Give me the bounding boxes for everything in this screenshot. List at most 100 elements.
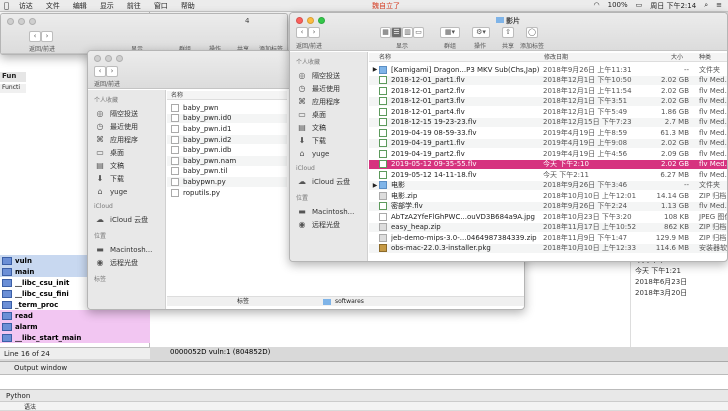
forward-button[interactable]: › xyxy=(308,27,320,38)
zoom-button[interactable] xyxy=(116,55,123,62)
sidebar-item[interactable]: ⌘ 应用程序 xyxy=(290,95,367,108)
file-row[interactable]: babypwn.py xyxy=(167,177,287,187)
function-row[interactable]: alarm xyxy=(0,321,150,332)
gallery-view-button[interactable]: ▭ xyxy=(413,27,424,38)
file-row[interactable]: 密部学.flv 2018年9月26日 下午2:24 1.13 GB flv Med..… xyxy=(369,201,727,212)
file-row[interactable]: 2018-12-01_part1.flv 2018年12月1日 下午10:50 2.… xyxy=(369,75,727,86)
back-button[interactable]: ‹ xyxy=(296,27,308,38)
action-gear-icon[interactable]: ⚙▾ xyxy=(472,27,490,38)
apple-menu-icon[interactable]:  xyxy=(4,1,9,10)
file-row[interactable]: obs-mac-22.0.3-installer.pkg 2018年10月10日 … xyxy=(369,243,727,254)
menu-list-icon[interactable]: ≡ xyxy=(716,1,722,11)
sidebar-item[interactable]: ◷ 最近使用 xyxy=(88,120,165,133)
close-button[interactable] xyxy=(7,18,14,25)
sidebar-item[interactable]: ☁ iCloud 云盘 xyxy=(88,213,165,226)
function-row[interactable]: read xyxy=(0,310,150,321)
file-row[interactable]: roputils.py xyxy=(167,188,287,198)
path-item[interactable]: softwares xyxy=(335,297,364,307)
sidebar-item[interactable]: ⬇ 下载 xyxy=(290,134,367,147)
minimize-button[interactable] xyxy=(307,17,314,24)
column-header-size[interactable]: 大小 xyxy=(671,53,683,62)
sidebar-item[interactable]: ◉ 远程光盘 xyxy=(88,256,165,269)
clock[interactable]: 周日 下午2:14 xyxy=(650,1,696,11)
battery-label[interactable]: 100% xyxy=(608,1,628,11)
file-row[interactable]: ▶ [Kamigami] Dragon...P3 MKV Sub(Chs,Jap)… xyxy=(369,65,727,75)
python-tab[interactable]: Python xyxy=(0,389,728,401)
file-row[interactable]: 2019-04-19 08-59-33.flv 2019年4月19日 上午8:59… xyxy=(369,128,727,138)
sidebar-item[interactable]: ◷ 最近使用 xyxy=(290,82,367,95)
file-row[interactable]: baby_pwn.til xyxy=(167,167,287,177)
file-row[interactable]: 2018-12-15 19-23-23.flv 2018年12月15日 下午7:2… xyxy=(369,117,727,128)
disclosure-triangle-icon[interactable]: ▶ xyxy=(371,66,379,73)
icon-view-button[interactable]: ▦ xyxy=(380,27,391,38)
search-icon[interactable]: ⌕ xyxy=(704,1,708,11)
column-view-button[interactable]: ▥ xyxy=(402,27,413,38)
file-row-selected[interactable]: 2019-05-12 09-35-55.flv 今天 下午2:10 2.02 GB f… xyxy=(369,159,727,170)
back-button[interactable]: ‹ xyxy=(94,66,106,77)
sidebar-item[interactable]: ▬ Macintosh... xyxy=(88,243,165,256)
function-row[interactable]: __libc_start_main xyxy=(0,332,150,343)
sidebar-item[interactable]: ⬇ 下载 xyxy=(88,172,165,185)
file-row[interactable]: baby_pwn.id2 xyxy=(167,134,287,145)
menu-help[interactable]: 帮助 xyxy=(181,1,195,11)
functions-tab[interactable]: Fun xyxy=(0,72,26,82)
file-row[interactable]: baby_pwn xyxy=(167,103,287,113)
sidebar-item[interactable]: ▭ 桌面 xyxy=(88,146,165,159)
file-row[interactable]: baby_pwn.id1 xyxy=(167,124,287,134)
file-row[interactable]: 2018-12-01_part3.flv 2018年12月1日 下午3:51 2.0… xyxy=(369,96,727,107)
zoom-button[interactable] xyxy=(29,18,36,25)
sidebar-item[interactable]: ▬ Macintosh... xyxy=(290,205,367,218)
file-row[interactable]: 2019-04-19_part2.flv 2019年4月19日 上午4:56 2.0… xyxy=(369,149,727,159)
file-row[interactable]: 2018-12-01_part4.flv 2018年12月1日 下午5:49 1.8… xyxy=(369,107,727,117)
zoom-button[interactable] xyxy=(318,17,325,24)
column-header-date[interactable]: 修改日期 xyxy=(544,53,568,62)
close-button[interactable] xyxy=(94,55,101,62)
menu-finder[interactable]: 访达 xyxy=(19,1,33,11)
file-row[interactable]: 电影.zip 2018年10月10日 上午12:01 14.14 GB ZIP 归档 xyxy=(369,191,727,201)
disclosure-triangle-icon[interactable]: ▶ xyxy=(371,182,379,189)
battery-icon[interactable]: ▭ xyxy=(636,1,643,11)
column-header-name[interactable]: 名称 xyxy=(167,91,287,100)
wifi-icon[interactable]: ◠ xyxy=(594,1,600,11)
output-window-label[interactable]: Output window xyxy=(14,364,67,372)
column-header-name[interactable]: 名称 xyxy=(379,53,391,62)
minimize-button[interactable] xyxy=(105,55,112,62)
file-row[interactable]: 2019-05-12 14-11-18.flv 今天 下午2:11 6.27 MB f… xyxy=(369,170,727,180)
menu-go[interactable]: 前往 xyxy=(127,1,141,11)
back-button[interactable]: ‹ xyxy=(29,31,41,42)
sidebar-item[interactable]: ⌂ yuge xyxy=(88,185,165,198)
file-row[interactable]: 2019-04-19_part1.flv 2019年4月19日 上午9:08 2.0… xyxy=(369,138,727,149)
sidebar-item[interactable]: ◎ 隔空投送 xyxy=(290,69,367,82)
forward-button[interactable]: › xyxy=(106,66,118,77)
menu-file[interactable]: 文件 xyxy=(46,1,60,11)
file-row[interactable]: baby_pwn.id0 xyxy=(167,113,287,124)
menu-edit[interactable]: 编辑 xyxy=(73,1,87,11)
sidebar-item[interactable]: ☁ iCloud 云盘 xyxy=(290,175,367,188)
sidebar-item[interactable]: ⌘ 应用程序 xyxy=(88,133,165,146)
group-button[interactable]: ▦▾ xyxy=(440,27,460,38)
menu-window[interactable]: 窗口 xyxy=(154,1,168,11)
file-row[interactable]: baby_pwn.nam xyxy=(167,156,287,166)
sidebar-item[interactable]: ▤ 文稿 xyxy=(290,121,367,134)
close-button[interactable] xyxy=(296,17,303,24)
file-row[interactable]: AbTzA2YfeFlGhPWC...ouVD3B684a9A.jpg 2018年… xyxy=(369,212,727,222)
finder-window-back[interactable]: 4 ‹ › 返回/前进 显示 群组 操作 共享 添加标签 xyxy=(0,13,288,55)
sidebar-item[interactable]: ▭ 桌面 xyxy=(290,108,367,121)
minimize-button[interactable] xyxy=(18,18,25,25)
sidebar-item[interactable]: ⌂ yuge xyxy=(290,147,367,160)
forward-button[interactable]: › xyxy=(41,31,53,42)
file-row[interactable]: easy_heap.zip 2018年11月17日 上午10:52 862 KB ZI… xyxy=(369,222,727,233)
menu-view[interactable]: 显示 xyxy=(100,1,114,11)
sidebar-item[interactable]: ▤ 文稿 xyxy=(88,159,165,172)
tag-icon[interactable]: ◯ xyxy=(526,27,538,38)
file-row[interactable]: 2018-12-01_part2.flv 2018年12月1日 上午11:54 2.… xyxy=(369,86,727,96)
file-row[interactable]: ▶ 电影 2018年9月26日 下午3:46 -- 文件夹 xyxy=(369,180,727,191)
sidebar-item[interactable]: ◉ 远程光盘 xyxy=(290,218,367,231)
column-header-kind[interactable]: 种类 xyxy=(699,53,711,62)
share-icon[interactable]: ⇧ xyxy=(502,27,514,38)
sidebar-item[interactable]: ◎ 隔空投送 xyxy=(88,107,165,120)
file-row[interactable]: jeb-demo-mips-3.0-...0464987384339.zip 20… xyxy=(369,233,727,243)
finder-window-front[interactable]: 影片 ‹ › 返回/前进 ▦ ☰ ▥ ▭ 显示 ▦▾ 群组 ⚙▾ 操作 ⇧ 共享… xyxy=(289,12,728,262)
list-view-button[interactable]: ☰ xyxy=(391,27,402,38)
file-row[interactable]: baby_pwn.idb xyxy=(167,145,287,155)
